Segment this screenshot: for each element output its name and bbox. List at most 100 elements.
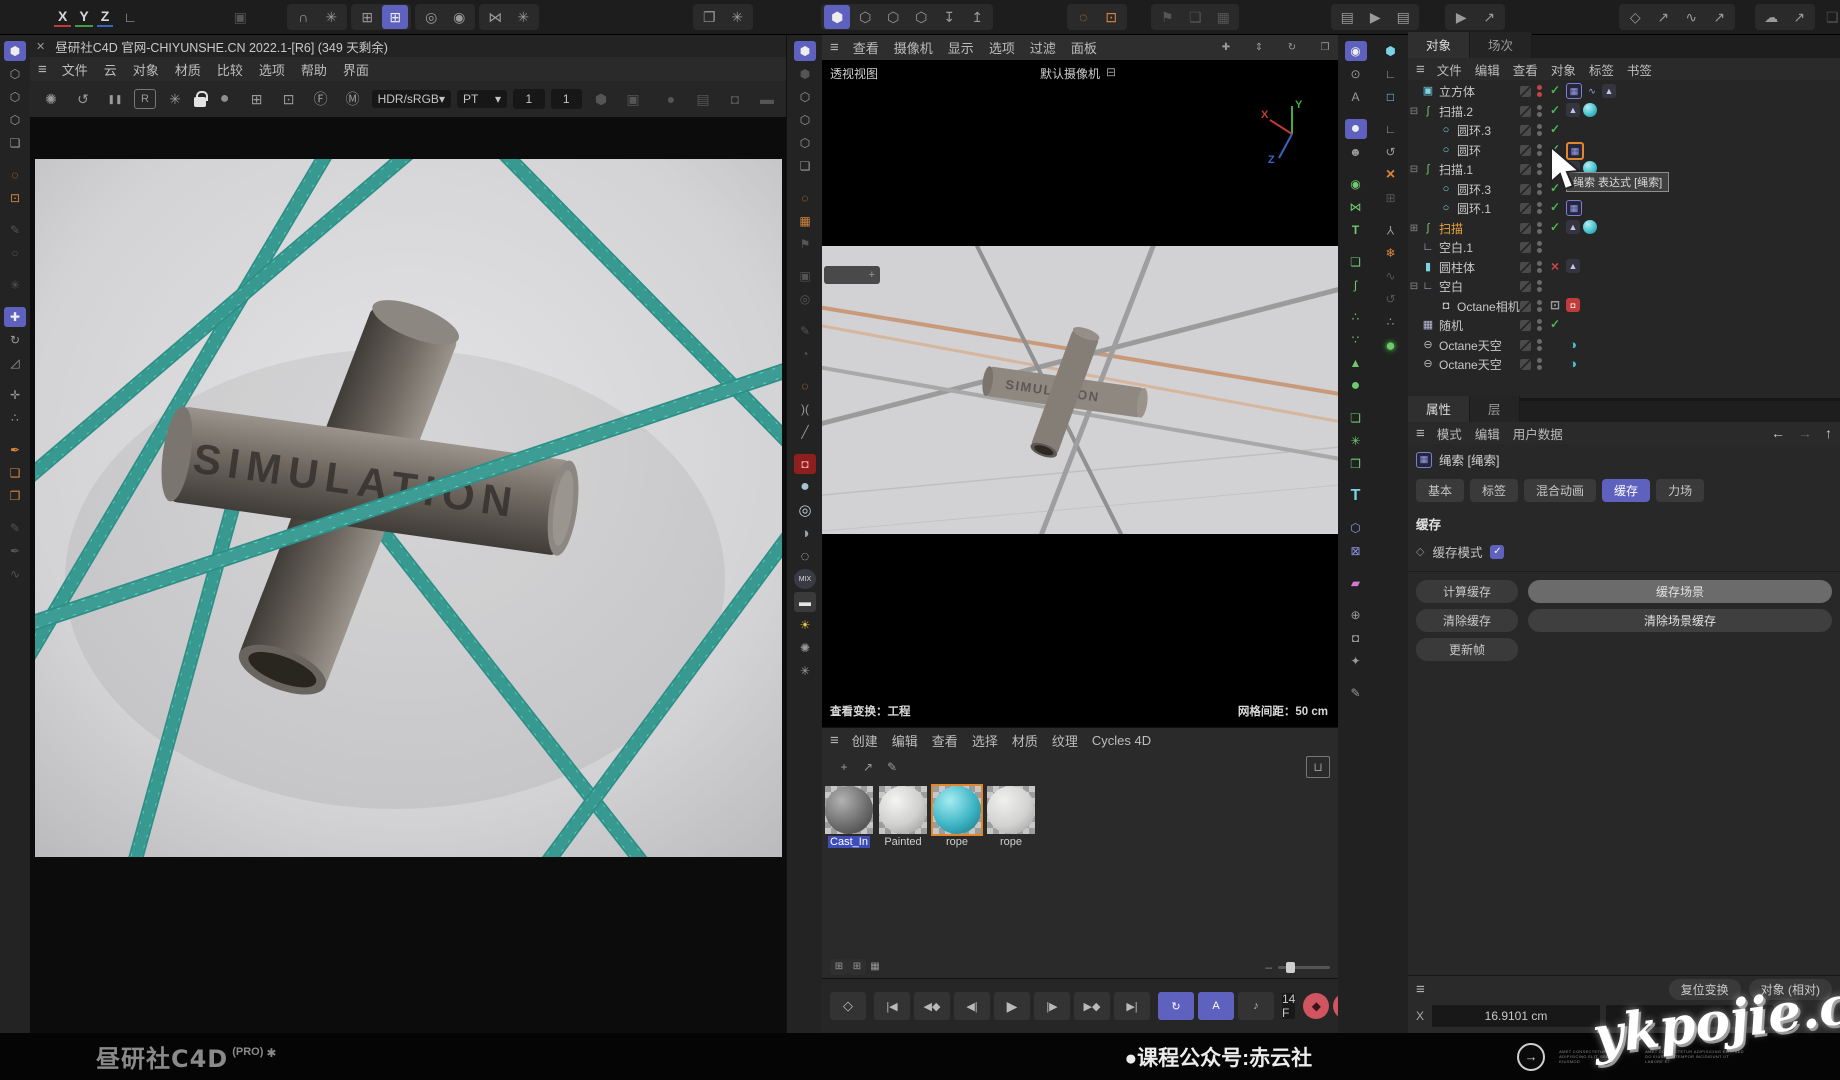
monitor-display-icon[interactable]: ▬ <box>754 87 780 111</box>
om-menu-object[interactable]: 对象 <box>1551 60 1576 79</box>
export-button[interactable]: ↥ <box>964 5 990 29</box>
triangle-generator-icon[interactable]: ▲ <box>1345 353 1367 373</box>
green-ball-icon[interactable]: ● <box>1380 335 1402 355</box>
scale-tool-icon[interactable]: ◿ <box>4 353 26 373</box>
axis-icon[interactable]: ∟ <box>1380 119 1402 139</box>
cloth-icon[interactable]: T <box>1345 220 1367 240</box>
flag-tool-icon[interactable]: ⚑ <box>1154 5 1180 29</box>
viewport-menu-panel[interactable]: 面板 <box>1071 38 1097 57</box>
assign-material-icon[interactable]: ↗ <box>857 757 879 777</box>
object-row[interactable]: ○ 圆环.1 ✓ ▦ <box>1408 199 1840 218</box>
om-menu-tags[interactable]: 标签 <box>1589 60 1614 79</box>
record-options-button[interactable]: ◆ <box>1303 993 1329 1019</box>
layer-chip[interactable] <box>1520 184 1531 195</box>
object-row-selected[interactable]: ⊞ ʃ 扫描 ✓ ▲ <box>1408 219 1840 238</box>
region-icon[interactable]: ⊡ <box>276 87 302 111</box>
visibility-dots[interactable] <box>1537 280 1542 292</box>
sphere-primitive-icon[interactable]: ● <box>1345 119 1367 139</box>
render-active-button[interactable]: ▶ <box>1362 5 1388 29</box>
file-settings-button[interactable]: ✳ <box>724 5 750 29</box>
motext-icon[interactable]: T <box>1345 486 1367 506</box>
octane-settings-icon[interactable]: ✳ <box>794 661 816 681</box>
material-ball-icon[interactable]: ● <box>212 87 238 111</box>
expand-toggle[interactable]: ⊟ <box>1408 106 1420 117</box>
object-row[interactable]: ○ 圆环 ✓ ▦ <box>1408 141 1840 160</box>
visibility-dots[interactable] <box>1537 319 1542 331</box>
move-tool-icon[interactable]: ✚ <box>4 307 26 327</box>
object-row[interactable]: ∟ 空白.1 <box>1408 238 1840 257</box>
model-mode-button[interactable]: ⬢ <box>824 5 850 29</box>
object-row[interactable]: ▣ 立方体 ✓ ▦ ∿ ▲ <box>1408 82 1840 101</box>
add-material-icon[interactable]: + <box>833 757 855 777</box>
om-menu-file[interactable]: 文件 <box>1437 60 1462 79</box>
live-selection-icon[interactable]: ◌ <box>1070 5 1096 29</box>
add-region-icon[interactable]: ⊞ <box>244 87 270 111</box>
keyframe-external-button[interactable]: ↗ <box>1650 5 1676 29</box>
film-display-icon[interactable]: ▤ <box>690 87 716 111</box>
layer-chip[interactable] <box>1520 281 1531 292</box>
spline-ring-icon[interactable]: ⬡ <box>1345 518 1367 538</box>
parent-up-icon[interactable]: ↑ <box>1825 425 1832 441</box>
rectangle-selection-icon[interactable]: ⊡ <box>1098 5 1124 29</box>
center-axis-icon[interactable]: × <box>1380 165 1402 185</box>
material-menu-cycles[interactable]: Cycles 4D <box>1092 733 1151 748</box>
box-selection-tool-icon[interactable]: ⊡ <box>4 188 26 208</box>
visibility-dots[interactable] <box>1537 85 1542 97</box>
import-button[interactable]: ↧ <box>936 5 962 29</box>
octane-brush-icon[interactable]: ✎ <box>794 321 816 341</box>
visibility-dots[interactable] <box>1537 105 1542 117</box>
om-menu-edit[interactable]: 编辑 <box>1475 60 1500 79</box>
enabled-state[interactable]: ✓ <box>1548 103 1562 117</box>
sphere-display-icon[interactable]: ● <box>658 87 684 111</box>
pause-render-icon[interactable]: ❚❚ <box>102 87 128 111</box>
subframe-field-1[interactable]: 1 <box>513 89 544 109</box>
attr-menu-mode[interactable]: 模式 <box>1437 424 1462 443</box>
boole-icon[interactable]: ❏ <box>1345 408 1367 428</box>
tab-attributes[interactable]: 属性 <box>1408 396 1470 422</box>
viewport-menu-filter[interactable]: 过滤 <box>1030 38 1056 57</box>
symmetry-settings-button[interactable]: ✳ <box>510 5 536 29</box>
phong-tag-icon[interactable]: ▲ <box>1602 84 1616 98</box>
retarget-icon[interactable]: ↺ <box>1380 289 1402 309</box>
kernel-select[interactable]: PT▾ <box>457 90 507 108</box>
cubes-tool-icon[interactable]: ❏ <box>4 133 26 153</box>
square-option-icon[interactable]: ▣ <box>620 87 646 111</box>
glossy-material-icon[interactable]: ◎ <box>794 500 816 520</box>
live-selection-tool-icon[interactable]: ◌ <box>4 165 26 185</box>
deformer-icon[interactable]: ▰ <box>1345 573 1367 593</box>
molecule-icon[interactable]: ∵ <box>1345 330 1367 350</box>
magnify-tool-icon[interactable]: ○ <box>4 243 26 263</box>
attr-hamburger-icon[interactable]: ≡ <box>1416 425 1424 442</box>
particle-dots-icon[interactable]: ∴ <box>1380 312 1402 332</box>
magnet-snap-button[interactable]: ∩ <box>290 5 316 29</box>
material-tile-selected[interactable]: rope <box>932 786 982 848</box>
object-row[interactable]: ⊟ ∟ 空白 <box>1408 277 1840 296</box>
material-tag[interactable] <box>1583 220 1597 234</box>
camera-toggle-icon[interactable]: ⊟ <box>1106 65 1116 82</box>
emission-material-icon[interactable]: ◌ <box>794 546 816 566</box>
render-start-icon[interactable]: ✺ <box>38 87 64 111</box>
material-tile[interactable]: rope <box>986 786 1036 848</box>
attr-tab-mixanim[interactable]: 混合动画 <box>1524 479 1596 502</box>
visibility-dots[interactable] <box>1537 124 1542 136</box>
subframe-field-2[interactable]: 1 <box>551 89 582 109</box>
octane-menu-options[interactable]: 选项 <box>259 60 285 79</box>
new-file-button[interactable]: ❐ <box>696 5 722 29</box>
sun-light-icon[interactable]: ☀ <box>794 615 816 635</box>
ik-person-icon[interactable]: Y <box>1380 220 1402 240</box>
lock-resolution-icon[interactable] <box>194 97 206 107</box>
update-frame-button[interactable]: 更新帧 <box>1416 638 1518 661</box>
layer-chip[interactable] <box>1520 340 1531 351</box>
plane-object-icon[interactable]: □ <box>1380 87 1402 107</box>
camera-display-icon[interactable]: ◘ <box>722 87 748 111</box>
history-forward-icon[interactable]: → <box>1798 425 1812 441</box>
octane-proxy-icon[interactable]: ⬢ <box>794 64 816 84</box>
null-cube-icon[interactable]: ⊠ <box>1345 541 1367 561</box>
pick-material-icon[interactable]: ✎ <box>881 757 903 777</box>
viewport-menu-view[interactable]: 查看 <box>853 38 879 57</box>
camera-label[interactable]: 默认摄像机 ⊟ <box>1040 65 1116 82</box>
eye-tool-icon[interactable]: ⊙ <box>1345 64 1367 84</box>
trash-icon[interactable]: ⊔ <box>1306 756 1330 778</box>
om-hamburger-icon[interactable]: ≡ <box>1416 61 1424 78</box>
octane-circle-icon[interactable]: ◎ <box>794 289 816 309</box>
